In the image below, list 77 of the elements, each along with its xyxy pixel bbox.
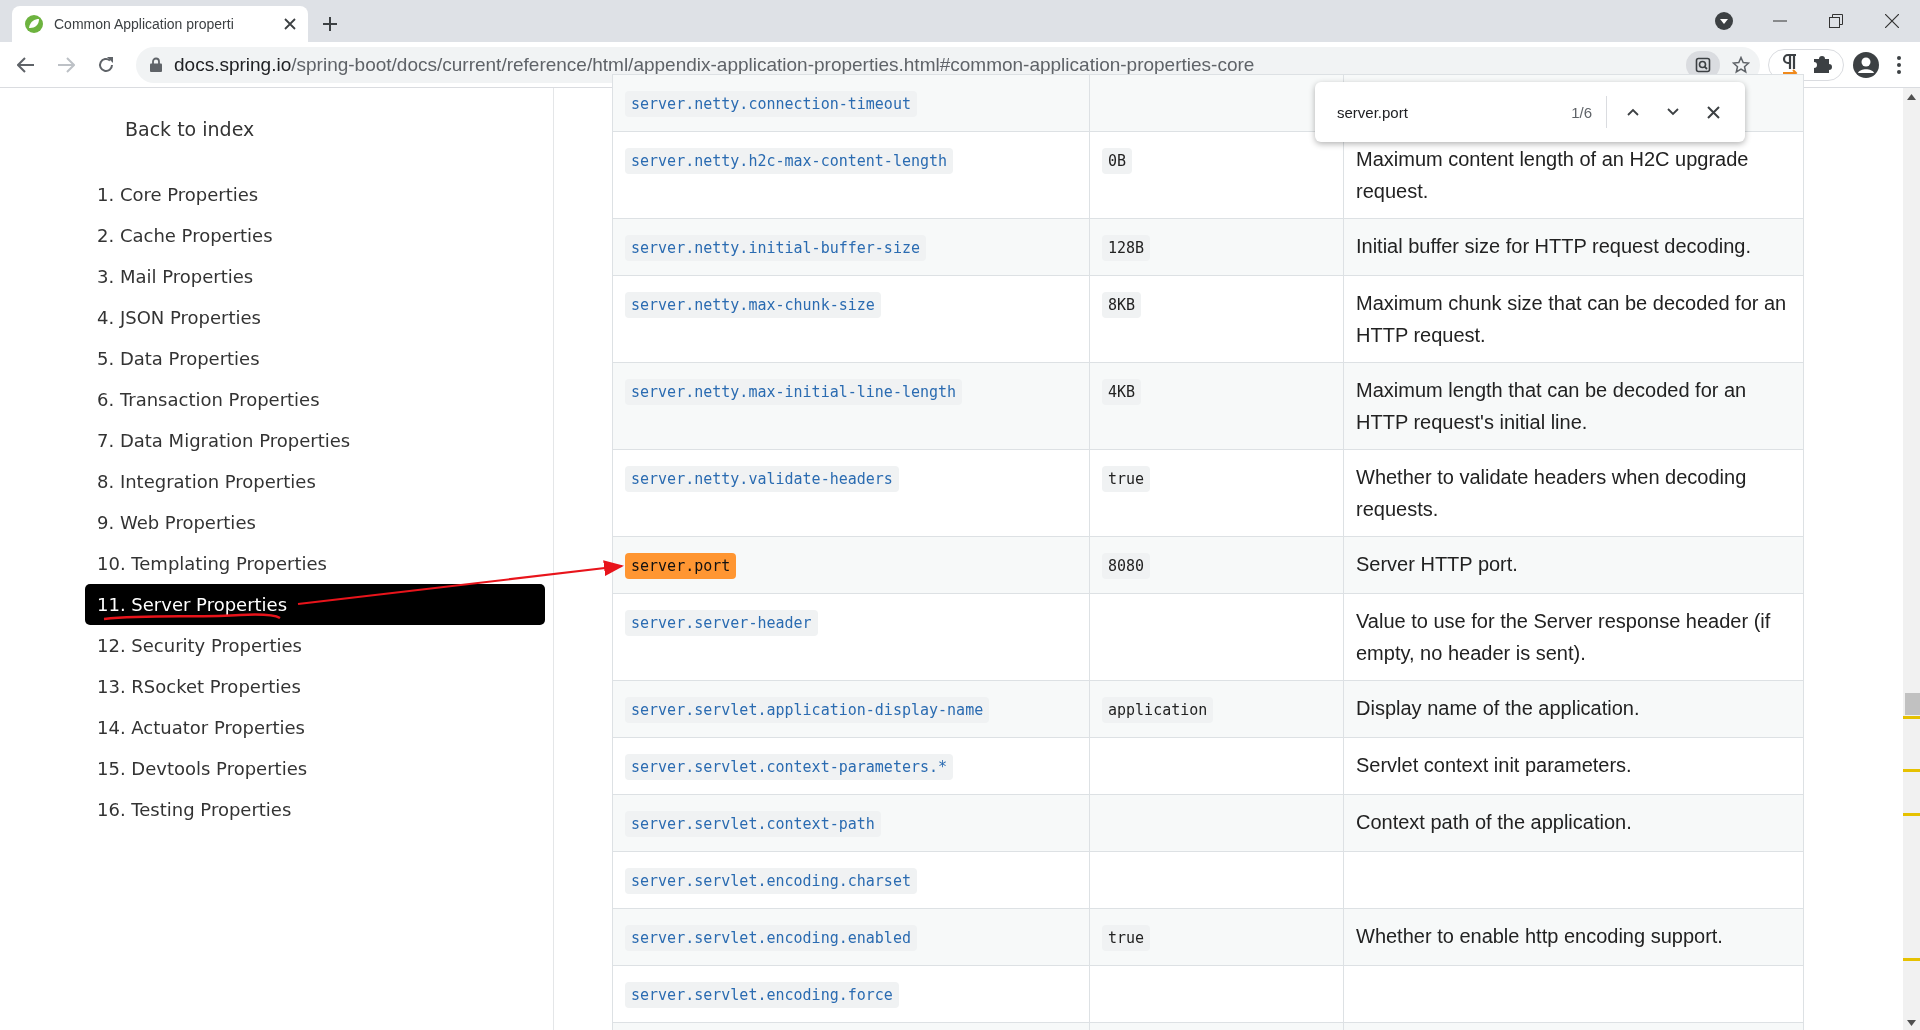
sidebar-item[interactable]: 5. Data Properties bbox=[85, 338, 545, 379]
back-link[interactable]: Back to index bbox=[125, 118, 553, 140]
sidebar-item[interactable]: 15. Devtools Properties bbox=[85, 748, 545, 789]
close-icon[interactable] bbox=[1885, 14, 1899, 28]
close-icon[interactable] bbox=[1706, 105, 1720, 119]
match-count: 1/6 bbox=[1571, 96, 1607, 128]
menu-icon[interactable] bbox=[1896, 54, 1902, 75]
sidebar-item[interactable]: 2. Cache Properties bbox=[85, 215, 545, 256]
lock-icon[interactable] bbox=[150, 57, 162, 72]
sidebar-item[interactable]: 1. Core Properties bbox=[85, 174, 545, 215]
sidebar-item[interactable]: 14. Actuator Properties bbox=[85, 707, 545, 748]
leaf-icon bbox=[24, 14, 44, 34]
chevron-down-icon[interactable] bbox=[1667, 108, 1679, 116]
default-value: 8KB bbox=[1102, 292, 1142, 318]
default-value: 8080 bbox=[1102, 553, 1151, 579]
default-value: true bbox=[1102, 925, 1151, 951]
sidebar-item[interactable]: 13. RSocket Properties bbox=[85, 666, 545, 707]
property-name: server.servlet.context-parameters.* bbox=[625, 754, 954, 780]
sidebar-item[interactable]: 6. Transaction Properties bbox=[85, 379, 545, 420]
scroll-up-icon[interactable] bbox=[1907, 94, 1916, 100]
plus-icon[interactable] bbox=[322, 16, 338, 32]
browser-tab[interactable]: Common Application properti bbox=[12, 6, 308, 42]
property-name: server.netty.max-initial-line-length bbox=[625, 379, 963, 405]
find-icon[interactable] bbox=[1695, 56, 1711, 73]
default-value: 0B bbox=[1102, 148, 1133, 174]
find-field[interactable]: server.port bbox=[1335, 102, 1560, 122]
property-name: server.servlet.encoding.charset bbox=[625, 868, 917, 894]
sidebar-item[interactable]: 12. Security Properties bbox=[85, 625, 545, 666]
scrollbar-thumb[interactable] bbox=[1905, 693, 1920, 715]
property-name: server.netty.validate-headers bbox=[625, 466, 899, 492]
property-name: server.netty.connection-timeout bbox=[625, 91, 917, 117]
property-name: server.server-header bbox=[625, 610, 818, 636]
description-text: Server HTTP port. bbox=[1356, 553, 1518, 575]
dropdown-icon[interactable] bbox=[1715, 12, 1733, 30]
default-value: application bbox=[1102, 697, 1214, 723]
property-name: server.servlet.encoding.force bbox=[625, 982, 899, 1008]
description-text: Maximum content length of an H2C upgrade request. bbox=[1356, 148, 1749, 202]
match-marker bbox=[1903, 769, 1920, 772]
property-name: server.servlet.context-path bbox=[625, 811, 881, 837]
avatar-icon[interactable] bbox=[1852, 50, 1880, 79]
sidebar-item[interactable]: 11. Server Properties bbox=[85, 584, 545, 625]
description-text: Whether to enable http encoding support. bbox=[1356, 925, 1723, 947]
default-value: 4KB bbox=[1102, 379, 1142, 405]
property-name: server.netty.max-chunk-size bbox=[625, 292, 881, 318]
sidebar-item[interactable]: 8. Integration Properties bbox=[85, 461, 545, 502]
description-text: Servlet context init parameters. bbox=[1356, 754, 1632, 776]
sidebar-item[interactable]: 7. Data Migration Properties bbox=[85, 420, 545, 461]
back-icon[interactable] bbox=[17, 56, 35, 73]
description-text: Display name of the application. bbox=[1356, 697, 1640, 719]
tab-title: Common Application properti bbox=[54, 16, 235, 32]
sidebar-item[interactable]: 16. Testing Properties bbox=[85, 789, 545, 830]
description-text: Whether to validate headers when decoding requests. bbox=[1356, 466, 1747, 520]
property-name: server.port bbox=[625, 553, 737, 579]
description-text: Context path of the application. bbox=[1356, 811, 1632, 833]
restore-icon[interactable] bbox=[1829, 14, 1843, 28]
description-text: Maximum length that can be decoded for an HTTP request's initial line. bbox=[1356, 379, 1747, 433]
reload-icon[interactable] bbox=[97, 55, 115, 74]
sidebar-item[interactable]: 3. Mail Properties bbox=[85, 256, 545, 297]
property-name: server.servlet.application-display-name bbox=[625, 697, 990, 723]
close-icon[interactable] bbox=[284, 18, 296, 30]
match-marker bbox=[1903, 716, 1920, 719]
sidebar-item[interactable]: 4. JSON Properties bbox=[85, 297, 545, 338]
default-value: 128B bbox=[1102, 235, 1151, 261]
default-value: true bbox=[1102, 466, 1151, 492]
match-marker bbox=[1903, 958, 1920, 961]
match-marker bbox=[1903, 813, 1920, 816]
description-text: Value to use for the Server response header (if empty, no header is sent). bbox=[1356, 610, 1771, 664]
property-name: server.servlet.encoding.enabled bbox=[625, 925, 917, 951]
description-text: Maximum chunk size that can be decoded for an HTTP request. bbox=[1356, 292, 1787, 346]
property-name: server.netty.h2c-max-content-length bbox=[625, 148, 954, 174]
star-icon[interactable] bbox=[1732, 55, 1750, 74]
sidebar-item[interactable]: 9. Web Properties bbox=[85, 502, 545, 543]
property-name: server.netty.initial-buffer-size bbox=[625, 235, 926, 261]
chevron-up-icon[interactable] bbox=[1627, 108, 1639, 116]
sidebar-item[interactable]: 10. Templating Properties bbox=[85, 543, 545, 584]
description-text: Initial buffer size for HTTP request decoding. bbox=[1356, 235, 1752, 257]
scroll-down-icon[interactable] bbox=[1907, 1020, 1916, 1026]
